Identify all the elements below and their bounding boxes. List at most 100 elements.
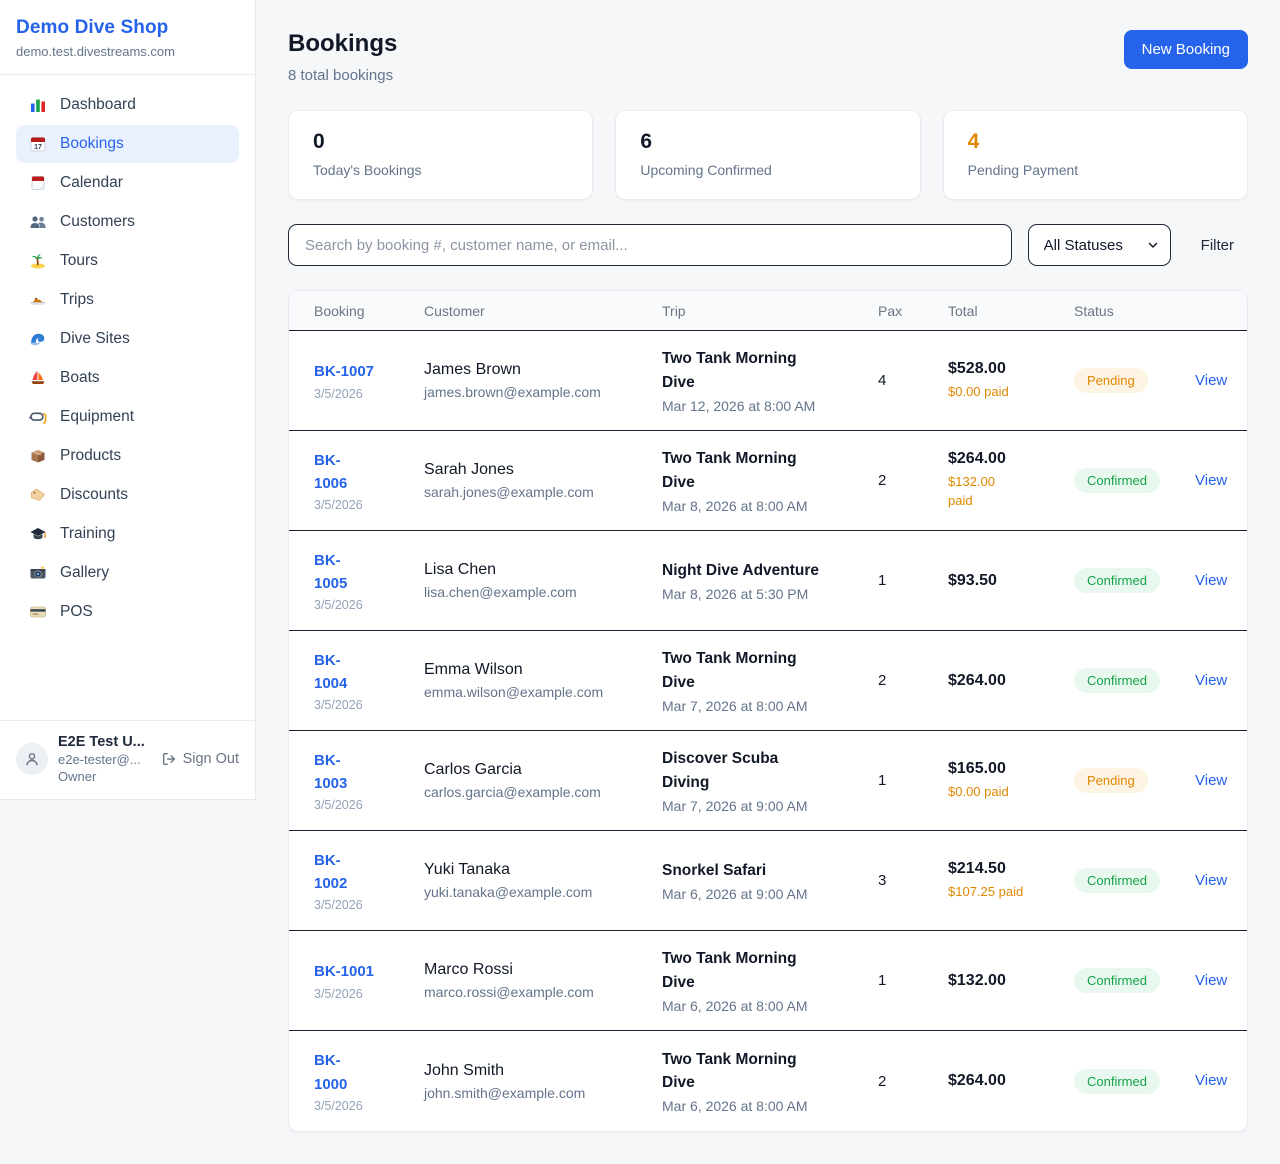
user-info: E2E Test U... e2e-tester@... Owner	[58, 734, 151, 784]
main-content: Bookings 8 total bookings New Booking 0 …	[256, 0, 1280, 1164]
sidebar-item-products[interactable]: Products	[16, 437, 239, 475]
brand-domain: demo.test.divestreams.com	[16, 44, 239, 59]
sidebar-item-calendar[interactable]: Calendar	[16, 164, 239, 202]
customer-name: Lisa Chen	[424, 561, 646, 579]
trip-name: Two Tank Morning Dive	[662, 347, 862, 394]
sidebar-item-trips[interactable]: Trips	[16, 281, 239, 319]
view-link[interactable]: View	[1195, 1072, 1227, 1089]
customer-name: Marco Rossi	[424, 961, 646, 979]
sidebar-item-label: Discounts	[60, 486, 128, 504]
status-badge: Confirmed	[1074, 968, 1160, 993]
status-badge: Confirmed	[1074, 668, 1160, 693]
stat-label: Today's Bookings	[313, 162, 568, 178]
sidebar-item-pos[interactable]: POS	[16, 593, 239, 631]
booking-date: 3/5/2026	[314, 798, 408, 812]
pax-count: 2	[878, 672, 948, 689]
trip-name: Discover Scuba Diving	[662, 747, 862, 794]
booking-date: 3/5/2026	[314, 987, 408, 1001]
column-header-trip: Trip	[662, 303, 878, 319]
stat-card-pending-payment: 4 Pending Payment	[943, 110, 1248, 200]
sidebar-item-gallery[interactable]: Gallery	[16, 554, 239, 592]
sign-out-label: Sign Out	[183, 751, 239, 767]
trip-datetime: Mar 7, 2026 at 9:00 AM	[662, 798, 862, 814]
paid-amount: $132.00 paid	[948, 473, 1058, 511]
booking-id-link[interactable]: BK- 1006	[314, 449, 347, 496]
sidebar-item-discounts[interactable]: Discounts	[16, 476, 239, 514]
stat-value: 6	[640, 130, 895, 154]
customer-email: lisa.chen@example.com	[424, 584, 646, 600]
booking-id-link[interactable]: BK-1001	[314, 960, 374, 983]
sidebar-item-equipment[interactable]: Equipment	[16, 398, 239, 436]
sidebar-item-label: Boats	[60, 369, 100, 387]
total-amount: $264.00	[948, 450, 1058, 468]
credit-card-icon	[29, 603, 47, 621]
tag-icon	[29, 486, 47, 504]
status-badge: Confirmed	[1074, 568, 1160, 593]
booking-id-link[interactable]: BK-1007	[314, 360, 374, 383]
search-input[interactable]	[288, 224, 1012, 266]
sidebar-item-label: Bookings	[60, 135, 124, 153]
svg-text:17: 17	[34, 144, 42, 151]
customer-name: John Smith	[424, 1062, 646, 1080]
booking-id-link[interactable]: BK- 1002	[314, 849, 347, 896]
view-link[interactable]: View	[1195, 472, 1227, 489]
sidebar-item-dive-sites[interactable]: Dive Sites	[16, 320, 239, 358]
table-row: BK- 1003 3/5/2026 Carlos Garcia carlos.g…	[289, 731, 1247, 831]
status-badge: Confirmed	[1074, 1069, 1160, 1094]
sign-out-button[interactable]: Sign Out	[161, 751, 239, 767]
customer-name: Yuki Tanaka	[424, 861, 646, 879]
sidebar: Demo Dive Shop demo.test.divestreams.com…	[0, 0, 256, 800]
sidebar-item-tours[interactable]: Tours	[16, 242, 239, 280]
view-link[interactable]: View	[1195, 572, 1227, 589]
view-link[interactable]: View	[1195, 672, 1227, 689]
table-row: BK-1001 3/5/2026 Marco Rossi marco.rossi…	[289, 931, 1247, 1031]
customer-email: sarah.jones@example.com	[424, 484, 646, 500]
total-amount: $528.00	[948, 360, 1058, 378]
total-amount: $132.00	[948, 972, 1058, 990]
table-row: BK- 1005 3/5/2026 Lisa Chen lisa.chen@ex…	[289, 531, 1247, 631]
trip-datetime: Mar 8, 2026 at 5:30 PM	[662, 586, 862, 602]
stat-card-todays-bookings: 0 Today's Bookings	[288, 110, 593, 200]
sidebar-header: Demo Dive Shop demo.test.divestreams.com	[0, 0, 255, 75]
customer-name: Sarah Jones	[424, 461, 646, 479]
view-link[interactable]: View	[1195, 972, 1227, 989]
wave-icon	[29, 330, 47, 348]
pax-count: 3	[878, 872, 948, 889]
booking-id-link[interactable]: BK- 1003	[314, 749, 347, 796]
view-link[interactable]: View	[1195, 872, 1227, 889]
view-link[interactable]: View	[1195, 372, 1227, 389]
customer-name: Emma Wilson	[424, 661, 646, 679]
booking-id-link[interactable]: BK- 1005	[314, 549, 347, 596]
total-amount: $93.50	[948, 572, 1058, 590]
trip-datetime: Mar 7, 2026 at 8:00 AM	[662, 698, 862, 714]
avatar	[16, 743, 48, 775]
sidebar-item-customers[interactable]: Customers	[16, 203, 239, 241]
brand-name: Demo Dive Shop	[16, 17, 239, 39]
customer-email: yuki.tanaka@example.com	[424, 884, 646, 900]
sidebar-item-training[interactable]: Training	[16, 515, 239, 553]
filter-button[interactable]: Filter	[1187, 229, 1248, 262]
total-amount: $264.00	[948, 672, 1058, 690]
trip-datetime: Mar 6, 2026 at 9:00 AM	[662, 886, 862, 902]
stat-value: 0	[313, 130, 568, 154]
customer-email: carlos.garcia@example.com	[424, 784, 646, 800]
status-select[interactable]: All Statuses	[1028, 224, 1171, 266]
sidebar-item-boats[interactable]: Boats	[16, 359, 239, 397]
total-amount: $264.00	[948, 1072, 1058, 1090]
sailboat-icon	[29, 369, 47, 387]
speedboat-icon	[29, 291, 47, 309]
booking-id-link[interactable]: BK- 1004	[314, 649, 347, 696]
trip-name: Two Tank Morning Dive	[662, 1048, 862, 1095]
stat-label: Pending Payment	[968, 162, 1223, 178]
paid-amount: $107.25 paid	[948, 883, 1058, 902]
view-link[interactable]: View	[1195, 772, 1227, 789]
column-header-booking: Booking	[314, 303, 424, 319]
sidebar-item-dashboard[interactable]: Dashboard	[16, 86, 239, 124]
page-header: Bookings 8 total bookings New Booking	[288, 30, 1248, 84]
status-badge: Confirmed	[1074, 468, 1160, 493]
filter-row: All Statuses Filter	[288, 224, 1248, 266]
table-row: BK- 1006 3/5/2026 Sarah Jones sarah.jone…	[289, 431, 1247, 531]
new-booking-button[interactable]: New Booking	[1124, 30, 1248, 69]
sidebar-item-bookings[interactable]: 17 Bookings	[16, 125, 239, 163]
booking-id-link[interactable]: BK- 1000	[314, 1049, 347, 1096]
